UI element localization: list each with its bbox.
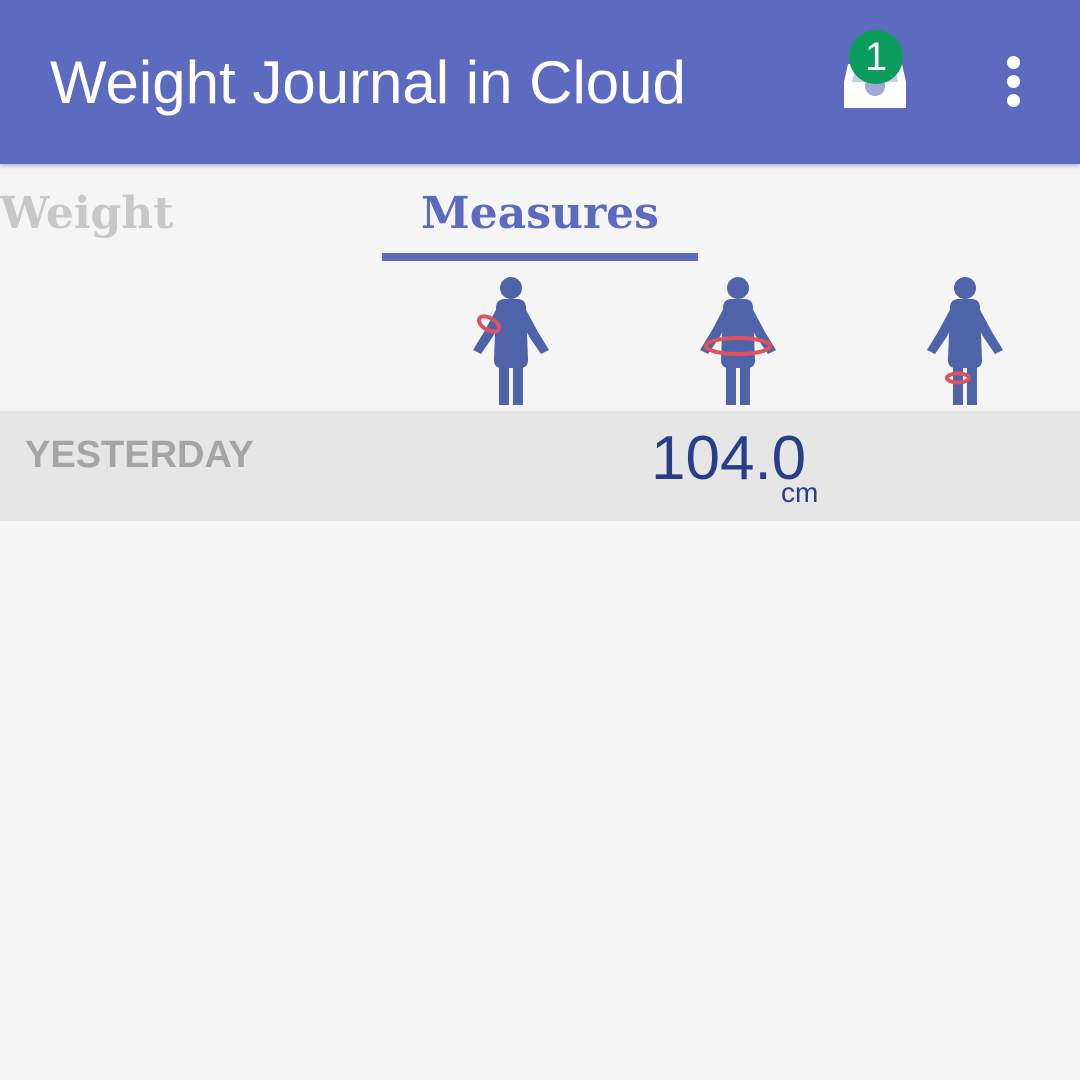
overflow-menu-button[interactable] — [988, 50, 1040, 112]
waist-unit: cm — [781, 477, 819, 508]
tab-indicator — [382, 253, 698, 261]
arm-measure-icon[interactable] — [470, 276, 552, 406]
tab-measures[interactable]: Measures — [382, 186, 698, 242]
waist-measure-icon[interactable] — [697, 276, 779, 406]
menu-dot — [1007, 94, 1020, 107]
tab-weight[interactable]: Weight — [0, 186, 174, 242]
entry-date: YESTERDAY — [25, 434, 254, 476]
inbox-badge: 1 — [849, 30, 903, 84]
app-title: Weight Journal in Cloud — [50, 49, 686, 116]
thigh-measure-icon[interactable] — [924, 276, 1006, 406]
entry-row[interactable]: YESTERDAY 104.0 cm — [0, 411, 1080, 521]
app-bar: Weight Journal in Cloud 1 — [0, 0, 1080, 164]
inbox-button[interactable]: 1 — [830, 30, 922, 122]
tab-bar: Weight Measures — [0, 164, 1080, 264]
menu-dot — [1007, 75, 1020, 88]
more-vert-icon — [1007, 56, 1020, 69]
